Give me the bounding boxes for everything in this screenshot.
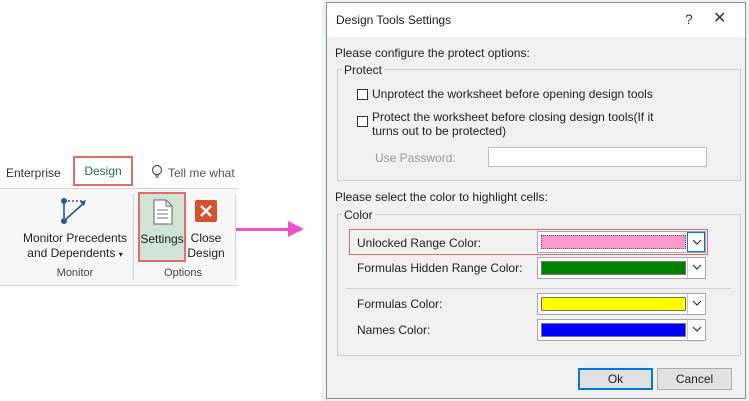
lightbulb-icon (150, 164, 164, 180)
pointer-arrow-head (288, 221, 304, 237)
color-divider (347, 288, 731, 289)
password-label: Use Password: (375, 151, 456, 165)
protect-label-line2: turns out to be protected) (372, 124, 507, 138)
unprotect-checkbox[interactable] (357, 89, 368, 100)
formulas-color-label: Formulas Color: (357, 297, 443, 311)
trace-arrows-icon[interactable] (58, 195, 92, 227)
options-group-label: Options (164, 267, 202, 279)
protect-label-line1: Protect the worksheet before closing des… (372, 110, 654, 124)
close-btn-line1: Close (190, 231, 222, 245)
help-button[interactable]: ? (685, 11, 693, 27)
pointer-arrow-line (236, 228, 290, 231)
tab-enterprise[interactable]: Enterprise (6, 166, 61, 180)
protect-checkbox[interactable] (357, 116, 368, 127)
settings-label: Settings (140, 232, 184, 246)
color-swatch (541, 323, 686, 337)
close-dialog-button[interactable]: ✕ (713, 8, 726, 28)
design-tools-settings-dialog: Design Tools Settings ? ✕ Please configu… (326, 2, 746, 399)
dropdown-caret-icon: ▾ (118, 250, 123, 259)
chevron-down-icon[interactable] (687, 258, 705, 278)
names-color-select[interactable] (537, 319, 706, 341)
monitor-group-label: Monitor (56, 267, 94, 279)
close-x-icon[interactable] (195, 200, 217, 222)
password-input[interactable] (488, 147, 707, 167)
chevron-down-icon[interactable] (687, 320, 705, 340)
unprotect-checkbox-label[interactable]: Unprotect the worksheet before opening d… (372, 87, 653, 101)
protect-checkbox-label[interactable]: Protect the worksheet before closing des… (372, 110, 653, 138)
group-divider (133, 194, 134, 280)
ok-button[interactable]: Ok (578, 368, 653, 390)
close-btn-line2: Design (187, 246, 225, 260)
color-swatch (541, 297, 686, 311)
settings-document-icon (152, 199, 174, 225)
unlocked-range-color-select[interactable] (537, 231, 706, 253)
dialog-title: Design Tools Settings (336, 13, 452, 27)
close-design-button[interactable]: Close Design (186, 231, 226, 261)
monitor-btn-line1: Monitor Precedents (22, 231, 128, 245)
protect-group-title: Protect (342, 63, 385, 77)
unlocked-range-label: Unlocked Range Color: (357, 236, 482, 250)
formulas-color-select[interactable] (537, 293, 706, 315)
formulas-hidden-label: Formulas Hidden Range Color: (357, 261, 523, 275)
monitor-btn-line2: and Dependents ▾ (27, 246, 123, 260)
settings-button[interactable]: Settings (138, 192, 186, 262)
tell-me-search[interactable]: Tell me what (168, 166, 235, 180)
names-color-label: Names Color: (357, 323, 431, 337)
chevron-down-icon[interactable] (687, 294, 705, 314)
color-swatch (541, 261, 686, 275)
group-divider-right (235, 194, 236, 280)
formulas-hidden-color-select[interactable] (537, 257, 706, 279)
color-swatch (541, 235, 686, 249)
monitor-precedents-button[interactable]: Monitor Precedents and Dependents ▾ (20, 231, 130, 262)
chevron-down-icon[interactable] (687, 232, 705, 252)
tab-design[interactable]: Design (73, 156, 133, 186)
color-group-title: Color (342, 208, 375, 222)
protect-intro-text: Please configure the protect options: (335, 46, 530, 60)
dialog-titlebar: Design Tools Settings ? ✕ (327, 3, 745, 37)
cancel-button[interactable]: Cancel (657, 368, 732, 390)
color-intro-text: Please select the color to highlight cel… (335, 190, 548, 204)
